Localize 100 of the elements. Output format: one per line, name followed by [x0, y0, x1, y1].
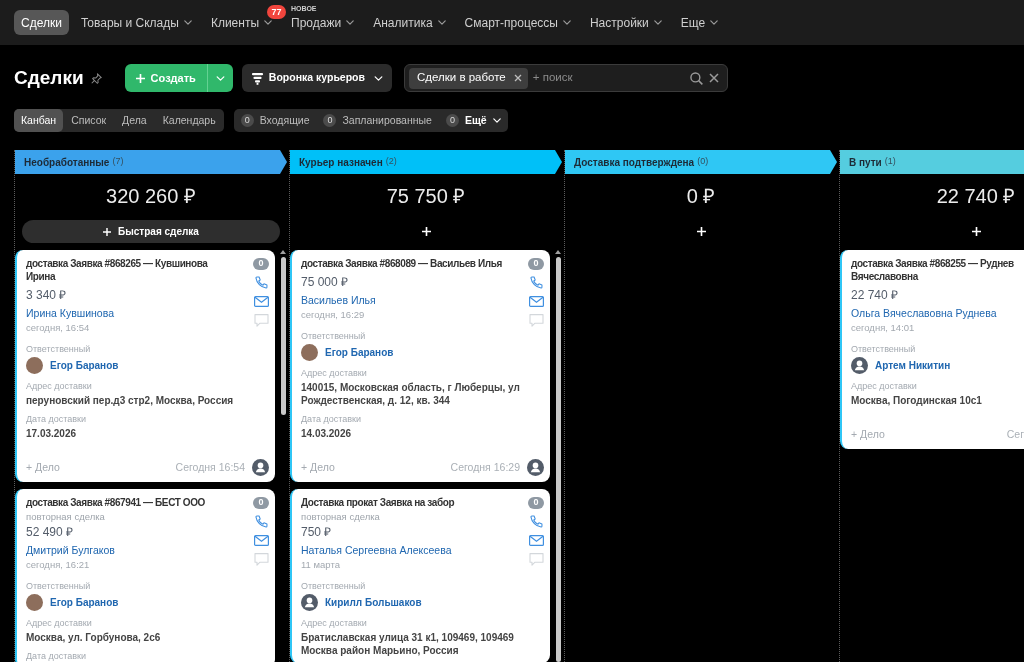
mail-icon[interactable]: [528, 296, 544, 307]
responsible-link[interactable]: Кирилл Большаков: [325, 595, 422, 610]
scrollbar-thumb[interactable]: [555, 257, 561, 662]
column-total: 0 ₽: [686, 184, 716, 208]
page-title: Сделки: [14, 66, 84, 90]
contact-link[interactable]: Ольга Вячеславовна Руднева: [851, 306, 997, 320]
nav-tab[interactable]: Еще: [673, 10, 726, 35]
nav-tab[interactable]: Аналитика: [366, 10, 453, 35]
counter-filter[interactable]: 0 Запланированные: [323, 109, 432, 132]
phone-icon[interactable]: [529, 515, 543, 529]
responsible-link[interactable]: Артем Никитин: [875, 358, 951, 373]
activity-counter: 0: [253, 497, 269, 509]
deal-amount: 750 ₽: [301, 525, 332, 540]
more-button[interactable]: 0 Ещё: [445, 109, 501, 132]
pin-icon[interactable]: [90, 72, 102, 84]
nav-tab[interactable]: Товары и Склады: [73, 10, 199, 35]
column-count: (1): [884, 155, 896, 169]
field-value: Москва, ул. Горбунова, 2с6: [26, 631, 161, 644]
user-icon[interactable]: [527, 459, 544, 476]
mail-icon[interactable]: [253, 535, 269, 546]
column-title: Доставка подтверждена: [574, 155, 695, 170]
funnel-icon: [250, 71, 264, 85]
add-deal-button[interactable]: [420, 225, 432, 238]
phone-icon[interactable]: [529, 276, 543, 290]
deal-date: сегодня, 14:01: [851, 322, 915, 334]
nav-tab[interactable]: Продажи: [284, 10, 362, 35]
field-label: Адрес доставки: [301, 368, 367, 378]
mail-icon[interactable]: [528, 535, 544, 546]
field-value: 17.03.2026: [26, 427, 77, 440]
contact-link[interactable]: Наталья Сергеевна Алексеева: [301, 543, 452, 557]
phone-icon[interactable]: [254, 276, 268, 290]
deal-title[interactable]: доставка Заявка #868089 — Васильев Илья: [301, 257, 502, 270]
field-label: Адрес доставки: [26, 381, 92, 391]
deal-title[interactable]: доставка Заявка #868255 — Руднев Вячеславовна: [851, 257, 1024, 283]
view-tab[interactable]: Календарь: [154, 109, 224, 132]
view-tab[interactable]: Список: [63, 109, 115, 132]
add-deal-button[interactable]: [970, 225, 982, 238]
column-count: (2): [385, 155, 397, 169]
deal-amount: 75 000 ₽: [301, 275, 349, 290]
field-label: Ответственный: [301, 331, 366, 341]
field-label: Ответственный: [26, 581, 91, 591]
count-badge: 0: [240, 114, 254, 127]
activity-counter: 0: [528, 497, 544, 509]
deal-title[interactable]: доставка Заявка #867941 — БЕСТ ООО: [26, 496, 205, 509]
activity-counter: 0: [528, 258, 544, 270]
funnel-button[interactable]: Воронка курьеров: [241, 64, 392, 92]
search-field[interactable]: Сделки в работе + поиск: [404, 64, 728, 92]
responsible-link[interactable]: Егор Баранов: [50, 595, 119, 610]
column-title: Курьер назначен: [299, 155, 383, 170]
deal-title[interactable]: Доставка прокат Заявка на забор: [301, 496, 455, 509]
filter-chip[interactable]: Сделки в работе: [409, 67, 528, 89]
field-label: Дата доставки: [26, 651, 86, 661]
deal-title[interactable]: доставка Заявка #868265 — Кувшинова Ирина: [26, 257, 232, 283]
contact-link[interactable]: Васильев Илья: [301, 293, 376, 307]
nav-tab[interactable]: Сделки: [14, 10, 69, 35]
column-count: (0): [697, 155, 709, 169]
scroll-arrow-icon[interactable]: [280, 250, 286, 254]
contact-link[interactable]: Дмитрий Булгаков: [26, 543, 115, 557]
responsible-link[interactable]: Егор Баранов: [50, 358, 119, 373]
column-title: Необработанные: [24, 155, 110, 170]
close-icon[interactable]: [709, 73, 719, 83]
chevron-icon: [492, 118, 501, 123]
field-label: Ответственный: [301, 581, 366, 591]
user-icon[interactable]: [252, 459, 269, 476]
field-label: Адрес доставки: [301, 618, 367, 628]
plus-icon: [971, 227, 981, 236]
phone-icon[interactable]: [254, 515, 268, 529]
repeat-deal-label: повторная сделка: [26, 511, 105, 523]
count-badge: 0: [445, 114, 459, 127]
deal-date: 11 марта: [301, 559, 340, 571]
chevron-icon: [374, 75, 383, 81]
field-value: Москва, Погодинская 10с1: [851, 394, 982, 407]
field-label: Адрес доставки: [26, 618, 92, 628]
nav-tab[interactable]: Настройки: [582, 10, 669, 35]
field-label: Ответственный: [851, 344, 916, 354]
nav-tab[interactable]: Смарт-процессы: [457, 10, 578, 35]
responsible-link[interactable]: Егор Баранов: [325, 345, 394, 360]
add-deal-button[interactable]: [695, 225, 707, 238]
updated-time: Сегодня 16:29: [450, 459, 520, 475]
view-tab[interactable]: Канбан: [14, 109, 64, 132]
plus-icon: [421, 227, 431, 236]
search-icon[interactable]: [690, 71, 703, 85]
view-tab[interactable]: Дела: [114, 109, 155, 132]
field-value: Братиславская улица 31 к1, 109469, 109469 Москва район Марьино, Россия: [301, 631, 515, 657]
field-label: Адрес доставки: [851, 381, 917, 391]
counter-filter[interactable]: 0 Входящие: [240, 109, 310, 132]
create-menu-button[interactable]: [206, 64, 233, 92]
column-total: 320 260 ₽: [106, 184, 196, 208]
field-label: Дата доставки: [301, 414, 361, 424]
close-icon[interactable]: [513, 74, 522, 82]
scrollbar-thumb[interactable]: [280, 257, 286, 415]
deal-amount: 22 740 ₽: [851, 288, 899, 303]
contact-link[interactable]: Ирина Кувшинова: [26, 306, 114, 320]
column-total: 22 740 ₽: [936, 184, 1016, 208]
column-count: (7): [112, 155, 124, 169]
scroll-arrow-icon[interactable]: [555, 250, 561, 254]
plus-icon: [135, 73, 145, 83]
quick-deal-button[interactable]: Быстрая сделка: [22, 220, 280, 243]
plus-icon: [103, 227, 112, 236]
mail-icon[interactable]: [253, 296, 269, 307]
